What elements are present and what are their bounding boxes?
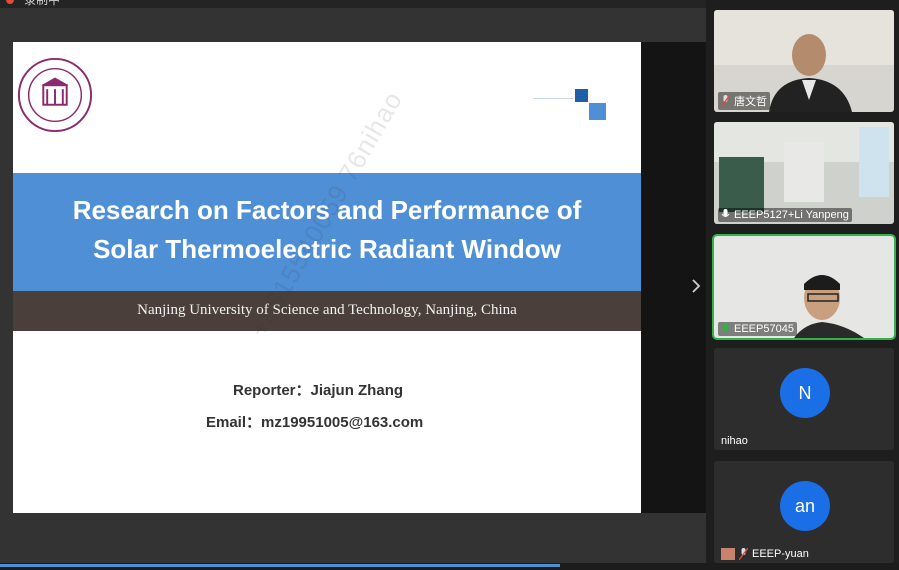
participant-tile[interactable]: EEEP5127+Li Yanpeng — [714, 122, 894, 224]
top-bar: 录制中 — [0, 0, 706, 8]
presentation-slide: Research on Factors and Performance of S… — [13, 42, 641, 513]
mic-muted-icon — [739, 548, 748, 560]
participant-name: nihao — [721, 435, 748, 447]
participant-tile[interactable]: an EEEP-yuan — [714, 461, 894, 563]
participant-tile[interactable]: 唐文哲 — [714, 10, 894, 112]
avatar: an — [780, 481, 830, 531]
participant-name: 唐文哲 — [734, 96, 767, 108]
mic-muted-icon — [721, 95, 730, 107]
decorative-line — [533, 98, 573, 99]
email-text: Email：mz19951005@163.com — [206, 414, 424, 431]
participant-panel: 唐文哲 EEEP5127+Li Yanpeng EEEP57045 N niha… — [706, 0, 899, 570]
chevron-right-icon[interactable] — [689, 277, 703, 295]
participant-label: EEEP-yuan — [718, 547, 812, 561]
avatar: N — [780, 368, 830, 418]
affiliation-text: Nanjing University of Science and Techno… — [137, 302, 517, 318]
mic-speaking-icon — [721, 323, 730, 331]
recording-label: 录制中 — [24, 0, 61, 7]
participant-label: EEEP5127+Li Yanpeng — [718, 208, 852, 222]
participant-label: 唐文哲 — [718, 92, 770, 110]
participant-tile-active-speaker[interactable]: EEEP57045 — [712, 234, 896, 340]
university-logo-icon — [17, 57, 93, 133]
recording-icon — [6, 0, 14, 4]
decorative-squares-icon — [575, 89, 606, 120]
bottom-bar — [0, 563, 899, 570]
participant-label: EEEP57045 — [718, 322, 797, 336]
participant-name: EEEP5127+Li Yanpeng — [734, 209, 849, 221]
share-progress-bar — [0, 564, 560, 567]
mic-icon — [721, 209, 730, 217]
reporter-text: Reporter：Jiajun Zhang — [233, 382, 404, 399]
participant-tile[interactable]: N nihao — [714, 348, 894, 450]
participant-name: EEEP-yuan — [752, 548, 809, 560]
participant-name: EEEP57045 — [734, 323, 794, 335]
affiliation-band: Nanjing University of Science and Techno… — [13, 291, 641, 331]
user-avatar-icon — [721, 548, 735, 560]
participant-label: nihao — [718, 434, 751, 448]
